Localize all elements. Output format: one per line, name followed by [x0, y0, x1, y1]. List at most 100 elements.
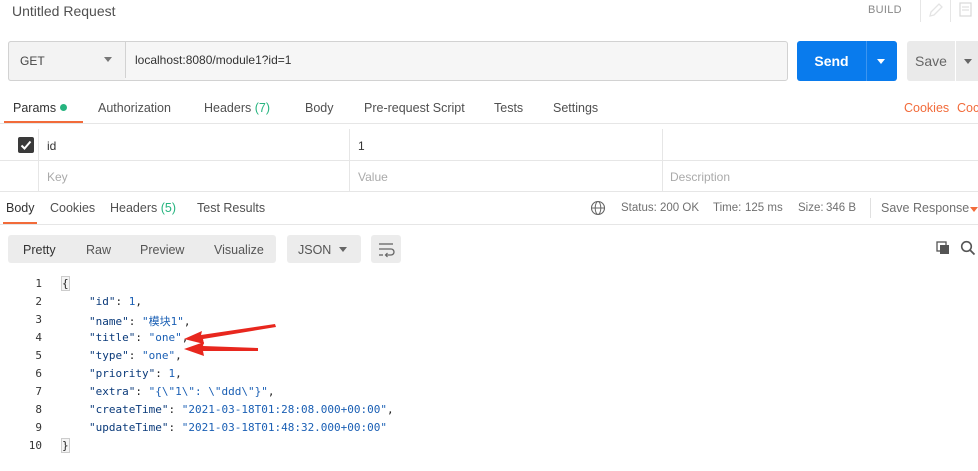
json-key: "title" [89, 331, 136, 344]
chevron-down-icon [970, 207, 978, 212]
code-line[interactable]: } [61, 438, 70, 453]
send-button[interactable]: Send [797, 41, 866, 81]
method-label: GET [20, 54, 45, 68]
json-key: "priority" [89, 367, 156, 380]
divider [0, 123, 978, 124]
time-label: Time: [713, 202, 742, 214]
network-button[interactable] [590, 200, 606, 219]
code-line[interactable]: "title": "one", [89, 331, 188, 344]
code-line[interactable]: "priority": 1, [89, 367, 182, 380]
response-tab-body[interactable]: Body [6, 201, 35, 215]
param-value-placeholder[interactable]: Value [358, 170, 388, 184]
tab-prerequest-script[interactable]: Pre-request Script [364, 101, 465, 115]
annotation-arrows [184, 324, 276, 356]
json-key: "updateTime" [89, 421, 169, 434]
param-description-placeholder[interactable]: Description [670, 170, 730, 184]
param-enabled-checkbox[interactable] [18, 137, 34, 153]
code-line[interactable]: "type": "one", [89, 349, 182, 362]
json-value: "{\"1\": \"ddd\"}" [148, 385, 268, 398]
time-value[interactable]: 125 ms [745, 202, 783, 214]
line-number: 7 [35, 385, 42, 398]
open-brace: { [61, 276, 70, 291]
tab-settings[interactable]: Settings [553, 101, 598, 115]
preview-button[interactable]: Preview [140, 243, 184, 257]
pencil-icon [929, 3, 943, 17]
raw-button[interactable]: Raw [86, 243, 111, 257]
tab-headers-label: Headers [204, 101, 252, 115]
size-value[interactable]: 346 B [826, 202, 856, 214]
code-link[interactable]: Coc [957, 101, 978, 115]
divider [349, 129, 350, 191]
line-number: 6 [35, 367, 42, 380]
params-indicator-dot [60, 104, 67, 111]
edit-button[interactable] [920, 0, 949, 22]
tab-params[interactable]: Params [13, 101, 56, 115]
annotation-arrow-title [184, 324, 276, 344]
tab-authorization[interactable]: Authorization [98, 101, 171, 115]
divider [0, 191, 978, 192]
response-tab-headers[interactable]: Headers (5) [110, 201, 176, 215]
line-number: 10 [28, 439, 42, 452]
code-line[interactable]: "updateTime": "2021-03-18T01:48:32.000+0… [89, 421, 387, 434]
divider [0, 160, 978, 161]
copy-button[interactable] [935, 240, 951, 259]
json-value: "模块1" [142, 315, 184, 328]
response-tab-headers-count: (5) [160, 201, 177, 215]
annotation-arrow-type [184, 342, 258, 356]
search-button[interactable] [960, 240, 976, 259]
json-key: "name" [89, 315, 129, 328]
status-label: Status: [621, 202, 657, 214]
divider [662, 129, 663, 191]
response-tab-cookies[interactable]: Cookies [50, 201, 95, 215]
line-number: 3 [35, 313, 42, 326]
code-line[interactable]: "extra": "{\"1\": \"ddd\"}", [89, 385, 274, 398]
json-value: "one" [148, 331, 182, 344]
docs-button[interactable] [950, 0, 978, 22]
save-button[interactable]: Save [907, 41, 955, 81]
response-tab-test-results[interactable]: Test Results [197, 201, 265, 215]
checkbox-icon [20, 140, 32, 150]
json-value: "2021-03-18T01:48:32.000+00:00" [181, 421, 388, 434]
divider [0, 224, 978, 225]
response-tab-headers-label: Headers [110, 201, 158, 215]
chevron-down-icon [339, 247, 347, 252]
param-value-cell[interactable]: 1 [358, 139, 365, 153]
json-value: "2021-03-18T01:28:08.000+00:00" [181, 403, 388, 416]
cookies-link[interactable]: Cookies [904, 101, 949, 115]
visualize-button[interactable]: Visualize [214, 243, 264, 257]
json-value: "one" [142, 349, 176, 362]
code-line[interactable]: { [61, 276, 70, 291]
url-input[interactable] [125, 42, 785, 78]
save-response-button[interactable]: Save Response [881, 201, 969, 215]
search-icon [960, 240, 976, 256]
code-line[interactable]: "id": 1, [89, 295, 142, 308]
divider [38, 129, 39, 191]
size-label: Size: [798, 202, 824, 214]
line-number: 5 [35, 349, 42, 362]
status-value[interactable]: 200 OK [660, 202, 699, 214]
document-icon [959, 2, 972, 17]
copy-icon [936, 241, 949, 254]
code-line[interactable]: "name": "模块1", [89, 313, 191, 329]
json-key: "type" [89, 349, 129, 362]
tab-body[interactable]: Body [305, 101, 334, 115]
chevron-down-icon [964, 59, 972, 64]
request-title[interactable]: Untitled Request [12, 3, 116, 19]
build-label[interactable]: BUILD [868, 4, 902, 16]
line-number: 1 [35, 277, 42, 290]
pretty-button[interactable]: Pretty [23, 243, 56, 257]
close-brace: } [61, 438, 70, 453]
tab-tests[interactable]: Tests [494, 101, 523, 115]
param-key-cell[interactable]: id [47, 139, 56, 153]
language-label: JSON [298, 243, 332, 257]
wrap-lines-button[interactable] [371, 235, 401, 263]
tab-headers[interactable]: Headers (7) [204, 101, 270, 115]
globe-icon [590, 200, 606, 216]
param-key-placeholder[interactable]: Key [47, 170, 68, 184]
line-number: 8 [35, 403, 42, 416]
code-line[interactable]: "createTime": "2021-03-18T01:28:08.000+0… [89, 403, 394, 416]
line-number: 9 [35, 421, 42, 434]
line-number: 4 [35, 331, 42, 344]
chevron-down-icon [104, 57, 112, 62]
json-key: "createTime" [89, 403, 169, 416]
